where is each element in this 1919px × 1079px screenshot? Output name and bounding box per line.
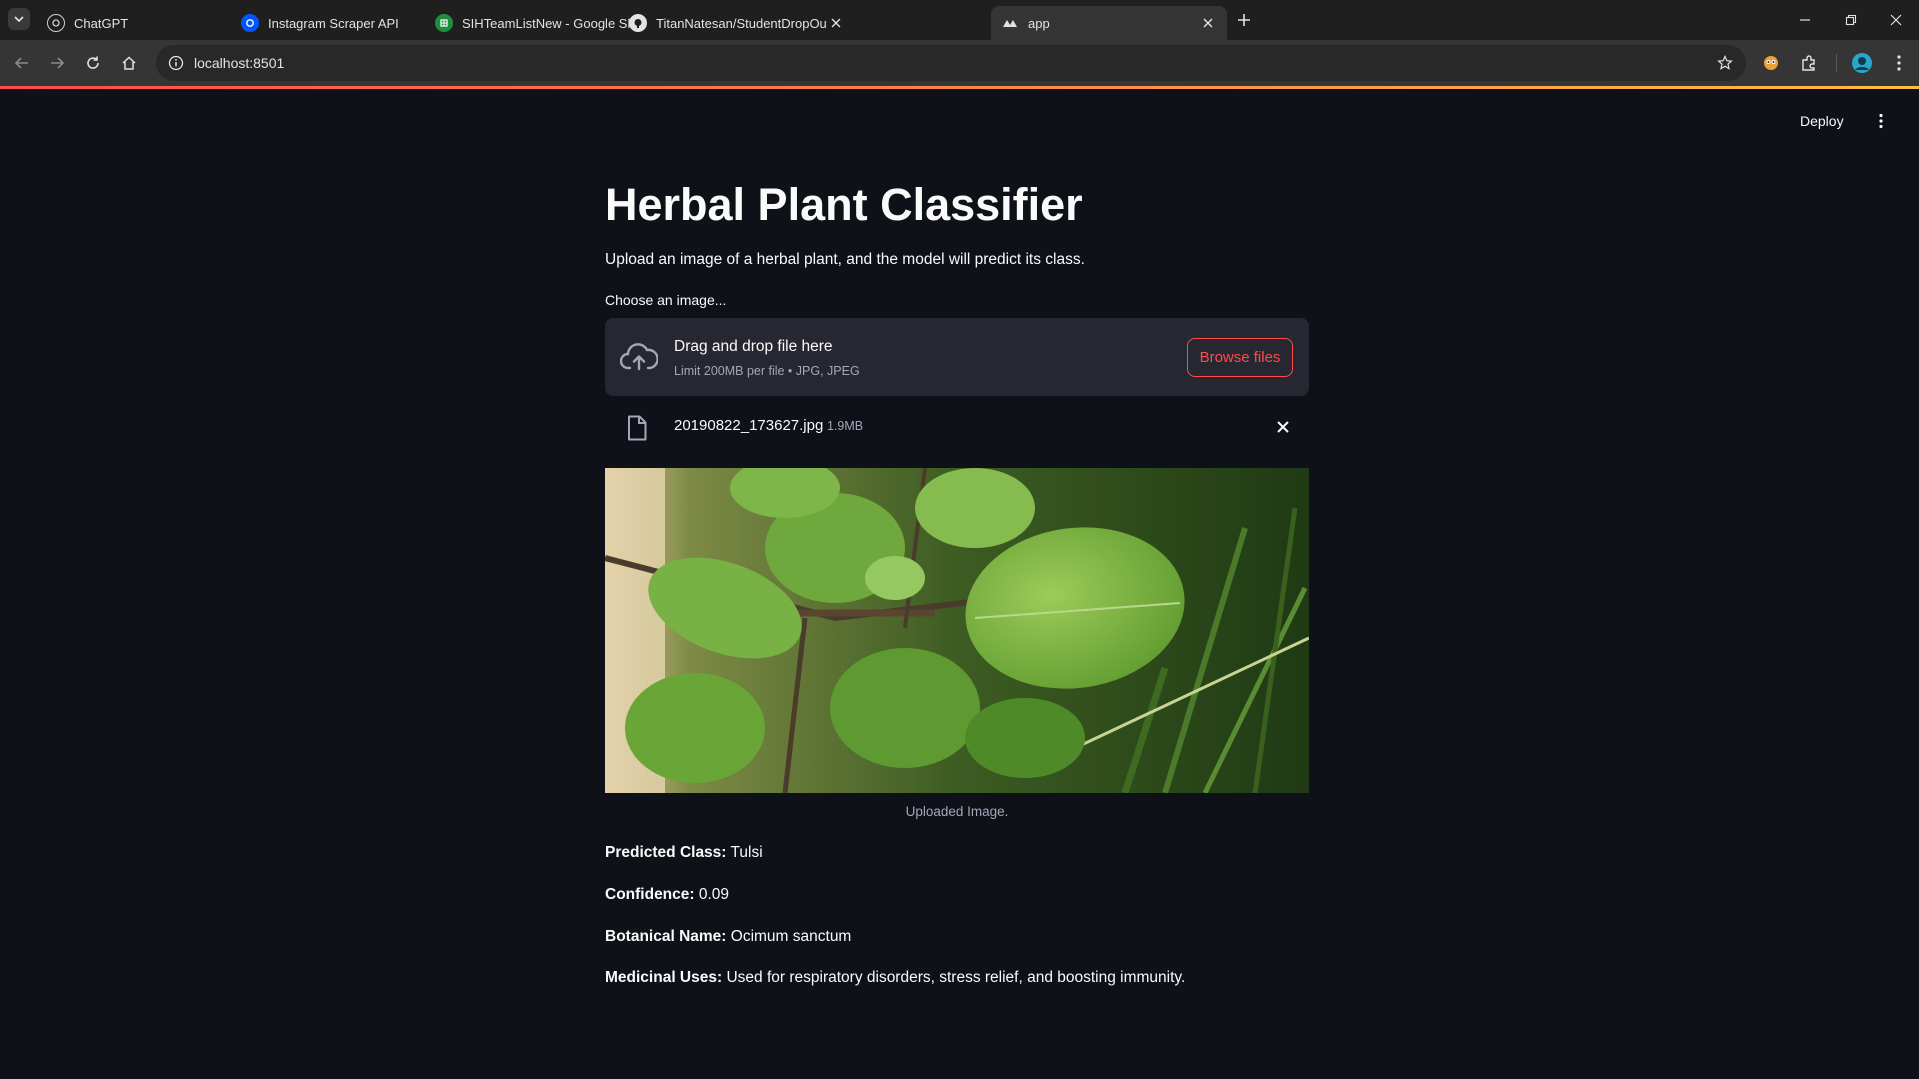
dropzone-limit-text: Limit 200MB per file • JPG, JPEG bbox=[674, 364, 860, 378]
cloud-upload-icon bbox=[619, 339, 659, 375]
arrow-left-icon bbox=[14, 57, 28, 69]
image-caption: Uploaded Image. bbox=[905, 804, 1009, 819]
new-tab-button[interactable] bbox=[1232, 8, 1256, 32]
result-medicinal-uses: Medicinal Uses: Used for respiratory dis… bbox=[605, 969, 1185, 987]
browser-tab-strip: ChatGPT Instagram Scraper API SIHTeamLis… bbox=[0, 0, 1919, 40]
github-icon bbox=[629, 14, 647, 32]
tab-title: ChatGPT bbox=[74, 15, 129, 31]
result-value: Tulsi bbox=[730, 844, 763, 861]
browse-files-button[interactable]: Browse files bbox=[1187, 338, 1293, 377]
tab-title: app bbox=[1028, 15, 1050, 31]
result-label: Botanical Name: bbox=[605, 928, 727, 945]
dropzone-title: Drag and drop file here bbox=[674, 338, 833, 355]
page-subtitle: Upload an image of a herbal plant, and t… bbox=[605, 251, 1085, 268]
result-value: Ocimum sanctum bbox=[730, 928, 852, 945]
arrow-right-icon bbox=[51, 57, 65, 69]
reload-button[interactable] bbox=[78, 48, 108, 78]
file-size: 1.9MB bbox=[827, 419, 864, 433]
uploader-label: Choose an image... bbox=[605, 292, 727, 308]
chatgpt-icon bbox=[47, 14, 65, 32]
deploy-button[interactable]: Deploy bbox=[1800, 113, 1844, 129]
plus-icon bbox=[1238, 14, 1250, 26]
close-tab-icon[interactable] bbox=[1199, 14, 1217, 32]
result-value: Used for respiratory disorders, stress r… bbox=[726, 969, 1186, 986]
streamlit-icon bbox=[1001, 14, 1019, 32]
home-button[interactable] bbox=[114, 48, 144, 78]
close-tab-icon[interactable] bbox=[827, 14, 845, 32]
file-icon bbox=[627, 415, 647, 441]
browser-tab[interactable]: TitanNatesan/StudentDropOut/ bbox=[619, 6, 855, 40]
back-button[interactable] bbox=[7, 48, 37, 78]
rapidapi-icon bbox=[241, 14, 259, 32]
result-label: Confidence: bbox=[605, 886, 695, 903]
result-value: 0.09 bbox=[698, 886, 730, 903]
home-icon bbox=[122, 56, 136, 70]
google-sheets-icon bbox=[435, 14, 453, 32]
uploaded-plant-image bbox=[605, 468, 1309, 793]
result-label: Predicted Class: bbox=[605, 844, 727, 861]
restore-button[interactable] bbox=[1828, 0, 1874, 40]
main-menu-icon[interactable] bbox=[1872, 109, 1890, 133]
profile-avatar[interactable] bbox=[1848, 49, 1876, 77]
remove-file-icon[interactable] bbox=[1273, 417, 1293, 437]
forward-button[interactable] bbox=[42, 48, 72, 78]
result-confidence: Confidence: 0.09 bbox=[605, 886, 729, 904]
browser-toolbar: localhost:8501 bbox=[0, 40, 1919, 86]
result-botanical-name: Botanical Name: Ocimum sanctum bbox=[605, 928, 851, 946]
tab-title: Instagram Scraper API bbox=[268, 15, 399, 31]
file-dropzone[interactable]: Drag and drop file here Limit 200MB per … bbox=[605, 318, 1309, 396]
browser-tab-active[interactable]: app bbox=[991, 6, 1227, 40]
chevron-down-icon bbox=[14, 16, 24, 23]
result-label: Medicinal Uses: bbox=[605, 969, 723, 986]
reload-icon bbox=[87, 56, 99, 69]
tab-title: SIHTeamListNew - Google Shee bbox=[462, 15, 633, 31]
extensions-puzzle-icon[interactable] bbox=[1795, 49, 1823, 77]
minimize-button[interactable] bbox=[1782, 0, 1828, 40]
bookmark-star-icon[interactable] bbox=[1714, 52, 1736, 74]
streamlit-app: Deploy Herbal Plant Classifier Upload an… bbox=[0, 89, 1919, 1079]
close-window-button[interactable] bbox=[1873, 0, 1919, 40]
tab-search-button[interactable] bbox=[8, 8, 30, 30]
close-icon bbox=[1890, 14, 1902, 26]
toolbar-divider bbox=[1836, 54, 1837, 72]
uploaded-file-item: 20190822_173627.jpg 1.9MB bbox=[605, 404, 1309, 448]
file-name: 20190822_173627.jpg bbox=[674, 417, 824, 434]
browser-menu-icon[interactable] bbox=[1885, 49, 1913, 77]
url-text[interactable]: localhost:8501 bbox=[194, 55, 284, 71]
page-title: Herbal Plant Classifier bbox=[605, 179, 1083, 230]
tab-title: TitanNatesan/StudentDropOut/ bbox=[656, 15, 827, 31]
address-bar[interactable]: localhost:8501 bbox=[156, 45, 1746, 81]
restore-icon bbox=[1845, 14, 1857, 26]
site-info-icon[interactable] bbox=[166, 53, 186, 73]
minimize-icon bbox=[1800, 19, 1810, 21]
result-predicted-class: Predicted Class: Tulsi bbox=[605, 844, 763, 862]
extension-icon[interactable] bbox=[1757, 49, 1785, 77]
